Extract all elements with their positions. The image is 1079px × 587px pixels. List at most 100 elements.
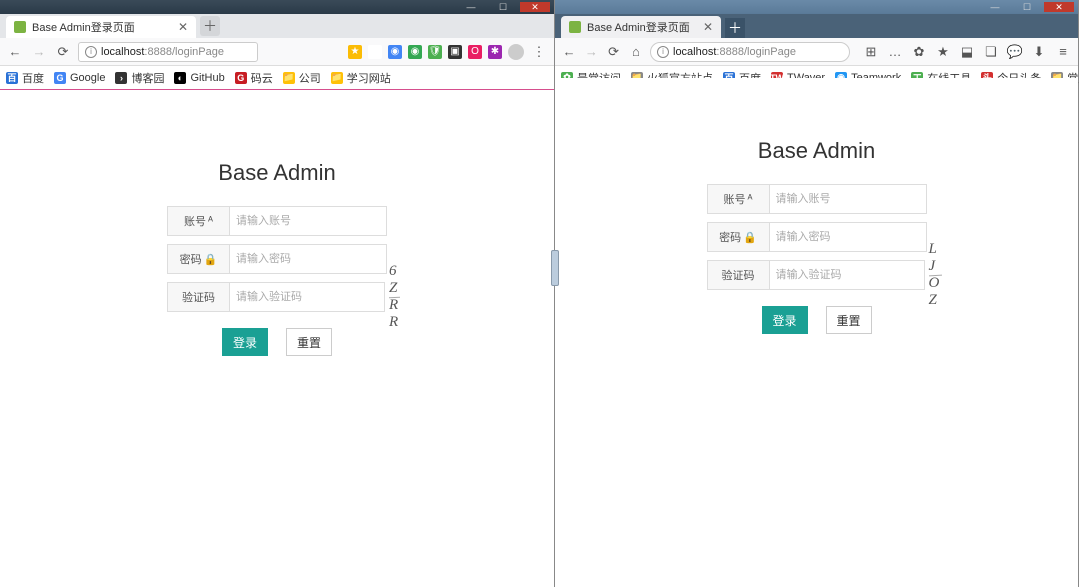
tab-title: Base Admin登录页面 [587, 19, 690, 35]
left-browser-window: — ☐ ✕ Base Admin登录页面 ✕ ＋ ← → ⟳ i localho… [0, 0, 555, 587]
browser-tab[interactable]: Base Admin登录页面 ✕ [561, 16, 721, 38]
nav-forward-icon[interactable]: → [583, 43, 599, 61]
toolbar-icon[interactable]: … [886, 43, 904, 61]
username-row: 账号ᴬ [167, 206, 387, 236]
reset-button[interactable]: 重置 [286, 328, 332, 356]
bookmark-item[interactable]: 📁公司 [283, 70, 321, 86]
address-bar: ← → ⟳ i localhost:8888/loginPage ★ ⬚ ◉ ◉ 🛡 ▣ O… [0, 38, 554, 66]
extension-icon[interactable]: O [468, 45, 482, 59]
nav-back-icon[interactable]: ← [6, 43, 24, 61]
captcha-input[interactable] [230, 283, 384, 311]
tab-strip: Base Admin登录页面 ✕ ＋ [0, 14, 554, 38]
toolbar-icon[interactable]: ✿ [910, 43, 928, 61]
toolbar-icon[interactable]: ≡ [1054, 43, 1072, 61]
bookmark-item[interactable]: G码云 [235, 70, 273, 86]
toolbar-icon[interactable]: ⬓ [958, 43, 976, 61]
right-browser-window: — ☐ ✕ Base Admin登录页面 ✕ ＋ ← → ⟳ ⌂ i local… [555, 0, 1079, 587]
login-button[interactable]: 登录 [762, 306, 808, 334]
password-label: 密码🔒 [168, 245, 230, 273]
site-info-icon[interactable]: i [85, 46, 97, 58]
url-input[interactable]: i localhost:8888/loginPage [650, 42, 850, 62]
username-input[interactable] [770, 185, 926, 213]
bookmark-item[interactable]: ◐GitHub [174, 72, 224, 84]
toolbar-icon[interactable]: ⬇ [1030, 43, 1048, 61]
extension-icon[interactable]: ◉ [408, 45, 422, 59]
bookmark-icon: 📁 [283, 72, 295, 84]
new-tab-button[interactable]: ＋ [200, 16, 220, 36]
nav-reload-icon[interactable]: ⟳ [606, 43, 622, 61]
bookmark-item[interactable]: › 博客园 [115, 70, 164, 86]
login-button[interactable]: 登录 [222, 328, 268, 356]
extension-icons: ★ ⬚ ◉ ◉ 🛡 ▣ O ✱ [348, 45, 502, 59]
captcha-row: 验证码 L J O Z [707, 260, 927, 290]
window-maximize-button[interactable]: ☐ [1012, 2, 1042, 12]
site-info-icon[interactable]: i [657, 46, 669, 58]
window-minimize-button[interactable]: — [456, 2, 486, 12]
url-path: /loginPage [744, 46, 796, 58]
user-icon: ᴬ [208, 215, 213, 227]
window-close-button[interactable]: ✕ [1044, 2, 1074, 12]
toolbar-icon[interactable]: ⊞ [862, 43, 880, 61]
toolbar-icon[interactable]: ❏ [982, 43, 1000, 61]
lock-icon: 🔒 [204, 253, 218, 266]
nav-forward-icon[interactable]: → [30, 43, 48, 61]
toolbar-icon[interactable]: ★ [934, 43, 952, 61]
bookmark-item[interactable]: 百百度 [6, 70, 44, 86]
username-input[interactable] [230, 207, 386, 235]
form-buttons: 登录 重置 [707, 306, 927, 334]
window-titlebar: — ☐ ✕ [0, 0, 554, 14]
extension-icon[interactable]: ▣ [448, 45, 462, 59]
user-icon: ᴬ [748, 193, 753, 205]
extension-icon[interactable]: ◉ [388, 45, 402, 59]
tab-close-icon[interactable]: ✕ [703, 20, 713, 34]
extension-icon[interactable]: ★ [348, 45, 362, 59]
url-input[interactable]: i localhost:8888/loginPage [78, 42, 258, 62]
browser-menu-icon[interactable]: ⋮ [530, 43, 548, 61]
login-form: Base Admin 账号ᴬ 密码🔒 验证码 L J O Z 登录 重置 [707, 138, 927, 587]
window-titlebar: — ☐ ✕ [555, 0, 1078, 14]
captcha-image[interactable]: L J O Z [929, 260, 942, 290]
nav-back-icon[interactable]: ← [561, 43, 577, 61]
url-path: /loginPage [172, 46, 224, 58]
login-form: Base Admin 账号ᴬ 密码🔒 验证码 6 Z R R 登录 重置 [167, 160, 387, 587]
password-input[interactable] [770, 223, 926, 251]
extension-icon[interactable]: ✱ [488, 45, 502, 59]
password-input[interactable] [230, 245, 386, 273]
window-minimize-button[interactable]: — [980, 2, 1010, 12]
bookmark-item[interactable]: 📁学习网站 [331, 70, 391, 86]
bookmark-icon: G [235, 72, 247, 84]
captcha-input[interactable] [770, 261, 924, 289]
new-tab-button[interactable]: ＋ [725, 18, 745, 38]
password-row: 密码🔒 [707, 222, 927, 252]
bookmark-icon: › [115, 72, 127, 84]
form-title: Base Admin [707, 138, 927, 164]
tab-close-icon[interactable]: ✕ [178, 20, 188, 34]
captcha-label: 验证码 [168, 283, 230, 311]
bookmark-icon: G [54, 72, 66, 84]
extension-icon[interactable]: ⬚ [368, 45, 382, 59]
bookmark-icon: 📁 [331, 72, 343, 84]
captcha-image[interactable]: 6 Z R R [389, 282, 400, 312]
toolbar-icons: ⊞ … ✿ ★ ⬓ ❏ 💬 ⬇ ≡ [862, 43, 1072, 61]
captcha-row: 验证码 6 Z R R [167, 282, 387, 312]
address-bar: ← → ⟳ ⌂ i localhost:8888/loginPage ⊞ … ✿ ★ ⬓… [555, 38, 1078, 66]
window-resize-handle[interactable] [551, 250, 559, 286]
nav-reload-icon[interactable]: ⟳ [54, 43, 72, 61]
nav-home-icon[interactable]: ⌂ [628, 43, 644, 61]
form-buttons: 登录 重置 [167, 328, 387, 356]
username-label: 账号ᴬ [708, 185, 770, 213]
bookmark-label: Google [70, 72, 105, 84]
toolbar-icon[interactable]: 💬 [1006, 43, 1024, 61]
browser-tab[interactable]: Base Admin登录页面 ✕ [6, 16, 196, 38]
password-label: 密码🔒 [708, 223, 770, 251]
profile-avatar-icon[interactable] [508, 44, 524, 60]
bookmark-item[interactable]: G Google [54, 72, 105, 84]
lock-icon: 🔒 [743, 231, 757, 244]
reset-button[interactable]: 重置 [826, 306, 872, 334]
window-maximize-button[interactable]: ☐ [488, 2, 518, 12]
bookmark-icon: ◐ [174, 72, 186, 84]
extension-icon[interactable]: 🛡 [428, 45, 442, 59]
bookmark-label: 博客园 [131, 70, 164, 86]
url-host: localhost [673, 46, 716, 58]
window-close-button[interactable]: ✕ [520, 2, 550, 12]
